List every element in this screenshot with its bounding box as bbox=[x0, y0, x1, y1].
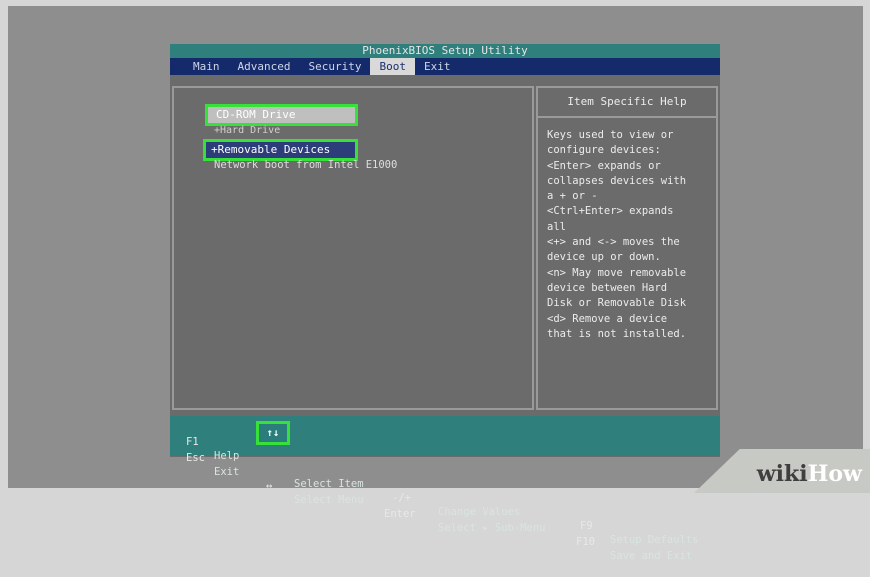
help-line: <Enter> expands or bbox=[547, 159, 661, 172]
boot-item-cdrom[interactable]: CD-ROM Drive bbox=[205, 104, 358, 126]
bios-title: PhoenixBIOS Setup Utility bbox=[362, 44, 528, 57]
action-select-menu: Select Menu bbox=[294, 494, 364, 506]
help-line: device between Hard bbox=[547, 281, 668, 294]
wikihow-logo-wiki: wiki bbox=[756, 461, 808, 487]
action-setup-defaults: Setup Defaults bbox=[610, 534, 699, 546]
footer-row-2: Esc Exit ↔ Select Menu Enter Select ▸ Su… bbox=[170, 437, 720, 562]
help-line: <Ctrl+Enter> expands bbox=[547, 205, 674, 218]
boot-item-network[interactable]: Network boot from Intel E1000 bbox=[214, 158, 397, 172]
key-left-right-arrows: ↔ bbox=[266, 480, 273, 492]
action-help: Help bbox=[214, 450, 240, 462]
action-select-item: Select Item bbox=[294, 478, 364, 490]
menu-main[interactable]: Main bbox=[184, 58, 229, 75]
help-line: <n> May move removable bbox=[547, 266, 687, 279]
key-help-footer: F1 Help ↑↓ Select Item -/+ Change Values… bbox=[170, 416, 720, 562]
help-text: Keys used to view or configure devices: … bbox=[538, 118, 716, 342]
help-title: Item Specific Help bbox=[538, 88, 716, 118]
action-exit: Exit bbox=[214, 466, 240, 478]
wikihow-logo-how: How bbox=[807, 461, 862, 487]
help-panel: Item Specific Help Keys used to view or … bbox=[536, 86, 718, 410]
menu-bar: Main Advanced Security Boot Exit bbox=[170, 58, 720, 75]
key-esc: Esc bbox=[186, 452, 205, 464]
help-line: collapses devices with bbox=[547, 174, 687, 187]
action-change-values: Change Values bbox=[438, 506, 521, 518]
menu-boot[interactable]: Boot bbox=[370, 58, 415, 75]
menu-exit[interactable]: Exit bbox=[415, 58, 460, 75]
key-f9: F9 bbox=[580, 520, 593, 532]
action-select-submenu: Select ▸ Sub-Menu bbox=[438, 522, 546, 534]
footer-row-1: F1 Help ↑↓ Select Item -/+ Change Values… bbox=[170, 421, 720, 546]
boot-item-hard-drive[interactable]: +Hard Drive bbox=[214, 124, 280, 138]
help-line: configure devices: bbox=[547, 144, 661, 157]
help-line: device up or down. bbox=[547, 251, 661, 264]
help-line: a + or - bbox=[547, 190, 598, 203]
help-line: <+> and <-> moves the bbox=[547, 236, 680, 249]
help-line: Disk or Removable Disk bbox=[547, 297, 687, 310]
menu-security[interactable]: Security bbox=[299, 58, 370, 75]
key-enter: Enter bbox=[384, 508, 416, 520]
help-line: Keys used to view or bbox=[547, 129, 674, 141]
help-line: that is not installed. bbox=[547, 327, 687, 340]
bios-title-bar: PhoenixBIOS Setup Utility bbox=[170, 44, 720, 58]
menu-advanced[interactable]: Advanced bbox=[229, 58, 300, 75]
key-minus-plus: -/+ bbox=[392, 492, 411, 504]
wikihow-logo: wikiHow bbox=[757, 461, 862, 487]
help-line: all bbox=[547, 220, 566, 233]
action-save-and-exit: Save and Exit bbox=[610, 550, 693, 562]
key-f10: F10 bbox=[576, 536, 595, 548]
help-line: <d> Remove a device bbox=[547, 312, 668, 325]
